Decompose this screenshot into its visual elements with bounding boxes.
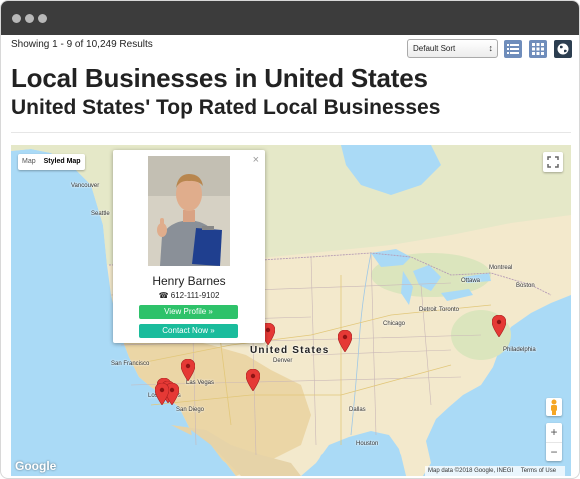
person-photo-illustration xyxy=(148,156,230,266)
map-type-styled[interactable]: Styled Map xyxy=(40,154,85,170)
sort-selected-value: Default Sort xyxy=(413,44,456,53)
window-title-bar xyxy=(1,1,579,35)
city-label: Boston xyxy=(516,283,535,289)
info-window: × Henry Barnes ☎ 612-111-9102 View Profi… xyxy=(113,150,265,343)
grid-view-button[interactable] xyxy=(529,40,547,58)
map-type-map[interactable]: Map xyxy=(18,154,40,170)
browser-window: Showing 1 - 9 of 10,249 Results Default … xyxy=(0,0,580,479)
city-label: Ottawa xyxy=(461,278,481,284)
map-canvas[interactable] xyxy=(11,145,571,476)
city-label: Toronto xyxy=(439,307,460,313)
phone-icon: ☎ xyxy=(158,291,169,300)
select-arrows-icon: ↕ xyxy=(488,43,494,53)
google-logo: Google xyxy=(15,459,57,473)
grid-icon xyxy=(532,43,544,55)
city-label: Montreal xyxy=(489,265,513,271)
zoom-in-button[interactable]: + xyxy=(546,423,562,442)
close-icon[interactable]: × xyxy=(253,154,259,166)
map-view[interactable]: Map Styled Map + − Google Map data ©2018… xyxy=(11,145,571,476)
map-marker-icon[interactable] xyxy=(155,383,169,405)
results-count: Showing 1 - 9 of 10,249 Results xyxy=(11,39,153,50)
page-subtitle: United States' Top Rated Local Businesse… xyxy=(11,96,441,119)
city-label: Dallas xyxy=(349,407,366,413)
city-label: Houston xyxy=(356,441,379,447)
map-type-control[interactable]: Map Styled Map xyxy=(18,154,85,170)
sort-select[interactable]: Default Sort ↕ xyxy=(407,39,498,58)
window-dot xyxy=(12,14,21,23)
fullscreen-icon xyxy=(547,156,559,168)
globe-icon xyxy=(557,43,569,55)
window-dot xyxy=(38,14,47,23)
list-view-button[interactable] xyxy=(504,40,522,58)
profile-phone: 612-111-9102 xyxy=(170,291,220,300)
pegman-icon xyxy=(551,399,557,415)
profile-phone-row: ☎ 612-111-9102 xyxy=(113,291,265,300)
map-marker-icon[interactable] xyxy=(338,330,352,352)
map-data-credit: Map data ©2018 Google, INEGI xyxy=(428,468,514,474)
page-title: Local Businesses in United States xyxy=(11,63,428,93)
city-label: Vancouver xyxy=(71,183,100,189)
zoom-out-button[interactable]: − xyxy=(546,442,562,461)
profile-photo xyxy=(148,156,230,266)
zoom-control: + − xyxy=(546,423,562,461)
view-profile-button[interactable]: View Profile » xyxy=(139,305,238,319)
fullscreen-button[interactable] xyxy=(543,152,563,172)
city-label: Seattle xyxy=(91,211,110,217)
window-dot xyxy=(25,14,34,23)
city-label: Denver xyxy=(273,358,293,364)
street-view-button[interactable] xyxy=(546,398,562,416)
city-label: Chicago xyxy=(383,321,406,327)
map-attribution: Map data ©2018 Google, INEGI Terms of Us… xyxy=(425,466,566,476)
contact-now-button[interactable]: Contact Now » xyxy=(139,324,238,338)
city-label: Detroit xyxy=(419,307,437,313)
city-label: San Francisco xyxy=(111,361,150,367)
map-marker-icon[interactable] xyxy=(492,315,506,337)
map-marker-icon[interactable] xyxy=(246,369,260,391)
profile-name: Henry Barnes xyxy=(152,274,226,288)
map-marker-icon[interactable] xyxy=(181,359,195,381)
list-icon xyxy=(507,44,519,54)
terms-link[interactable]: Terms of Use xyxy=(521,468,556,474)
city-label: San Diego xyxy=(176,407,205,413)
map-view-button[interactable] xyxy=(554,40,572,58)
city-label: Philadelphia xyxy=(503,347,536,353)
country-label: United States xyxy=(250,345,330,356)
divider xyxy=(11,132,571,133)
